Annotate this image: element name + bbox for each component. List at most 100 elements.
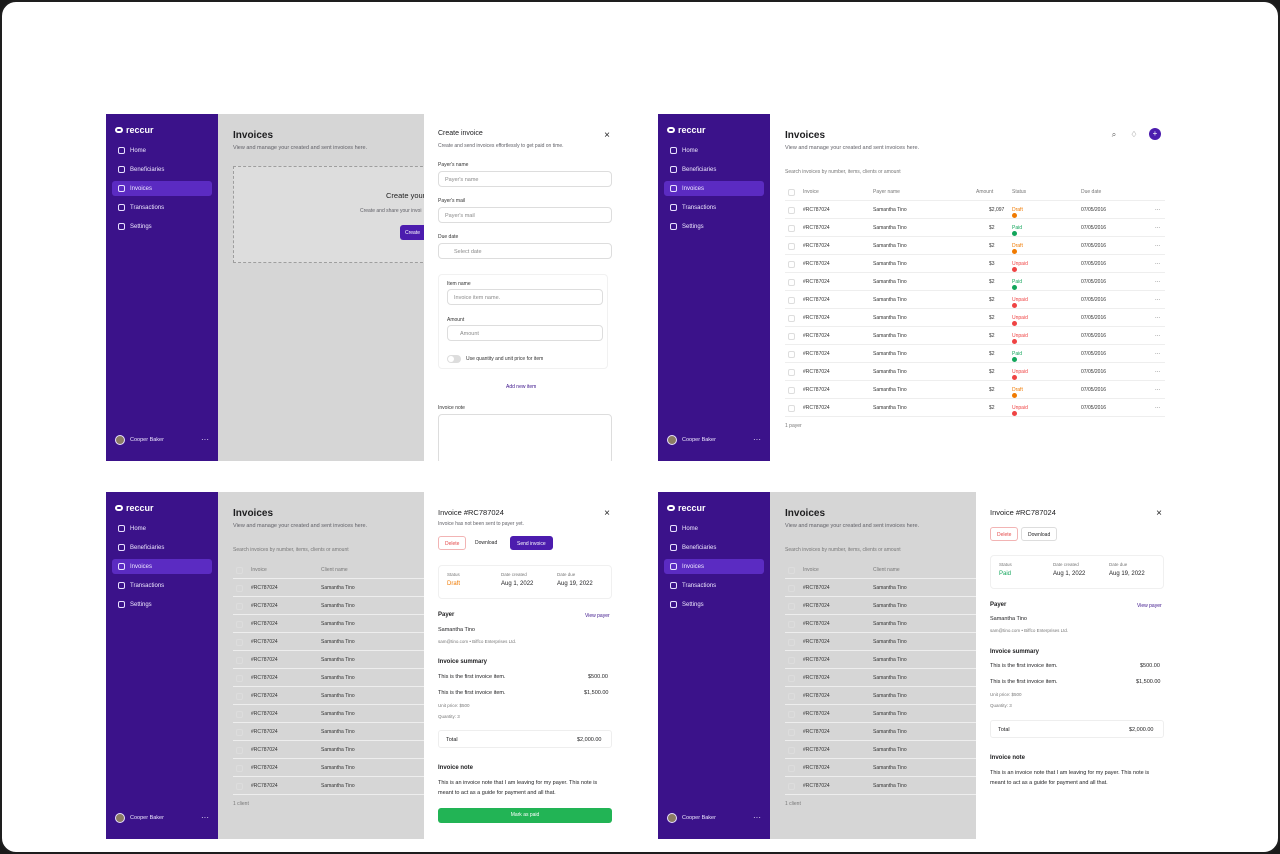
table-row[interactable]: #RC787024 Samantha Tino: [233, 579, 426, 597]
sidebar-item-home[interactable]: Home: [112, 521, 212, 536]
row-checkbox[interactable]: [788, 225, 795, 232]
row-checkbox[interactable]: [788, 243, 795, 250]
sidebar-item-beneficiaries[interactable]: Beneficiaries: [664, 162, 764, 177]
table-row[interactable]: #RC787024 Samantha Tino: [785, 633, 978, 651]
more-icon[interactable]: ···: [753, 436, 761, 444]
sidebar-item-transactions[interactable]: Transactions: [112, 200, 212, 215]
download-button[interactable]: Download: [469, 536, 504, 550]
table-row[interactable]: #RC787024 Samantha Tino: [785, 705, 978, 723]
sidebar-item-transactions[interactable]: Transactions: [664, 200, 764, 215]
sidebar-item-invoices[interactable]: Invoices: [112, 559, 212, 574]
due-date-input[interactable]: Select date: [438, 243, 612, 259]
table-row[interactable]: #RC787024 Samantha Tino: [233, 687, 426, 705]
row-checkbox[interactable]: [788, 261, 795, 268]
invoice-note-field[interactable]: [438, 414, 612, 461]
amount-input[interactable]: Amount: [447, 325, 603, 341]
table-row[interactable]: #RC787024 Samantha Tino $2,097 Draft 07/05/2…: [785, 201, 1165, 219]
table-row[interactable]: #RC787024 Samantha Tino $2 Paid 07/05/2016 ··…: [785, 345, 1165, 363]
row-checkbox[interactable]: [236, 729, 243, 736]
row-checkbox[interactable]: [236, 675, 243, 682]
row-menu-icon[interactable]: ···: [1155, 261, 1160, 267]
sidebar-item-beneficiaries[interactable]: Beneficiaries: [664, 540, 764, 555]
sidebar-item-home[interactable]: Home: [664, 521, 764, 536]
table-row[interactable]: #RC787024 Samantha Tino: [785, 723, 978, 741]
row-checkbox[interactable]: [788, 351, 795, 358]
table-row[interactable]: #RC787024 Samantha Tino: [233, 759, 426, 777]
row-checkbox[interactable]: [788, 207, 795, 214]
table-row[interactable]: #RC787024 Samantha Tino: [233, 705, 426, 723]
table-row[interactable]: #RC787024 Samantha Tino: [233, 669, 426, 687]
row-menu-icon[interactable]: ···: [1155, 243, 1160, 249]
row-checkbox[interactable]: [236, 639, 243, 646]
sidebar-item-settings[interactable]: Settings: [664, 219, 764, 234]
select-all-checkbox[interactable]: [788, 189, 795, 196]
sidebar-item-transactions[interactable]: Transactions: [112, 578, 212, 593]
row-checkbox[interactable]: [236, 621, 243, 628]
row-checkbox[interactable]: [788, 279, 795, 286]
sidebar-item-settings[interactable]: Settings: [112, 597, 212, 612]
row-menu-icon[interactable]: ···: [1155, 225, 1160, 231]
more-icon[interactable]: ···: [753, 814, 761, 822]
user-menu[interactable]: Cooper Baker ···: [115, 813, 209, 823]
row-checkbox[interactable]: [788, 297, 795, 304]
add-invoice-button[interactable]: +: [1149, 128, 1161, 140]
row-checkbox[interactable]: [788, 333, 795, 340]
sidebar-item-settings[interactable]: Settings: [112, 219, 212, 234]
add-item-button[interactable]: Add new item: [506, 384, 536, 390]
table-row[interactable]: #RC787024 Samantha Tino: [233, 651, 426, 669]
sidebar-item-home[interactable]: Home: [112, 143, 212, 158]
table-row[interactable]: #RC787024 Samantha Tino: [785, 597, 978, 615]
row-checkbox[interactable]: [788, 693, 795, 700]
row-checkbox[interactable]: [788, 711, 795, 718]
row-checkbox[interactable]: [788, 783, 795, 790]
sidebar-item-settings[interactable]: Settings: [664, 597, 764, 612]
row-menu-icon[interactable]: ···: [1155, 369, 1160, 375]
table-row[interactable]: #RC787024 Samantha Tino: [785, 579, 978, 597]
sidebar-item-invoices[interactable]: Invoices: [112, 181, 212, 196]
row-menu-icon[interactable]: ···: [1155, 207, 1160, 213]
table-row[interactable]: #RC787024 Samantha Tino: [233, 615, 426, 633]
row-menu-icon[interactable]: ···: [1155, 279, 1160, 285]
row-menu-icon[interactable]: ···: [1155, 333, 1160, 339]
row-checkbox[interactable]: [788, 747, 795, 754]
table-row[interactable]: #RC787024 Samantha Tino: [233, 723, 426, 741]
row-checkbox[interactable]: [236, 747, 243, 754]
table-row[interactable]: #RC787024 Samantha Tino $2 Unpaid 07/05/2016…: [785, 327, 1165, 345]
sidebar-item-beneficiaries[interactable]: Beneficiaries: [112, 540, 212, 555]
close-icon[interactable]: ×: [604, 508, 610, 519]
user-menu[interactable]: Cooper Baker ···: [667, 435, 761, 445]
view-payer-link[interactable]: View payer: [585, 613, 610, 619]
item-name-input[interactable]: Invoice item name.: [447, 289, 603, 305]
row-menu-icon[interactable]: ···: [1155, 315, 1160, 321]
row-checkbox[interactable]: [788, 657, 795, 664]
search-input[interactable]: Search invoices by number, items, client…: [785, 547, 901, 553]
row-checkbox[interactable]: [236, 783, 243, 790]
row-checkbox[interactable]: [788, 675, 795, 682]
table-row[interactable]: #RC787024 Samantha Tino: [233, 777, 426, 795]
row-menu-icon[interactable]: ···: [1155, 387, 1160, 393]
table-row[interactable]: #RC787024 Samantha Tino: [233, 633, 426, 651]
table-row[interactable]: #RC787024 Samantha Tino $2 Unpaid 07/05/2016…: [785, 399, 1165, 417]
row-checkbox[interactable]: [236, 693, 243, 700]
bell-icon[interactable]: ♢: [1128, 129, 1140, 141]
quantity-toggle[interactable]: [447, 355, 461, 363]
row-checkbox[interactable]: [788, 729, 795, 736]
download-button[interactable]: Download: [1021, 527, 1058, 541]
row-checkbox[interactable]: [236, 585, 243, 592]
table-row[interactable]: #RC787024 Samantha Tino $2 Draft 07/05/2016 ·…: [785, 381, 1165, 399]
search-input[interactable]: Search invoices by number, items, client…: [785, 169, 901, 175]
more-icon[interactable]: ···: [201, 814, 209, 822]
row-menu-icon[interactable]: ···: [1155, 351, 1160, 357]
user-menu[interactable]: Cooper Baker ···: [667, 813, 761, 823]
table-row[interactable]: #RC787024 Samantha Tino: [233, 741, 426, 759]
sidebar-item-beneficiaries[interactable]: Beneficiaries: [112, 162, 212, 177]
table-row[interactable]: #RC787024 Samantha Tino $2 Unpaid 07/05/2016…: [785, 363, 1165, 381]
delete-button[interactable]: Delete: [438, 536, 467, 550]
row-checkbox[interactable]: [788, 603, 795, 610]
row-checkbox[interactable]: [236, 657, 243, 664]
table-row[interactable]: #RC787024 Samantha Tino $2 Paid 07/05/2016 ··…: [785, 273, 1165, 291]
table-row[interactable]: #RC787024 Samantha Tino $2 Paid 07/05/2016 ··…: [785, 219, 1165, 237]
table-row[interactable]: #RC787024 Samantha Tino: [785, 669, 978, 687]
search-input[interactable]: Search invoices by number, items, client…: [233, 547, 349, 553]
table-row[interactable]: #RC787024 Samantha Tino: [785, 687, 978, 705]
